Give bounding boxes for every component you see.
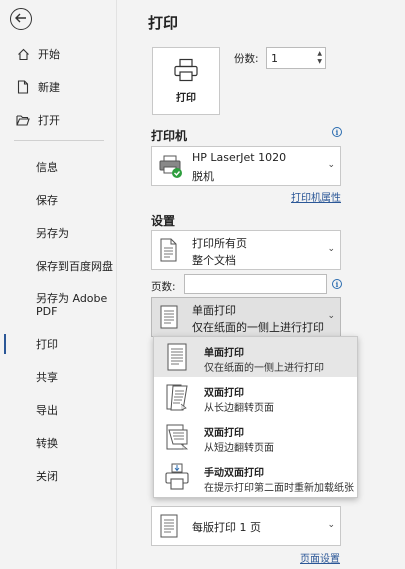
sided-print-select[interactable]: 单面打印 仅在纸面的一侧上进行打印 ⌄ bbox=[151, 297, 341, 337]
page-layout-icon bbox=[158, 513, 180, 542]
nav-new[interactable]: 新建 bbox=[0, 76, 117, 98]
chevron-up-icon[interactable]: ▲ bbox=[317, 50, 322, 58]
chevron-down-icon: ⌄ bbox=[327, 244, 335, 254]
nav-save-as-pdf[interactable]: 另存为 Adobe PDF bbox=[0, 292, 117, 326]
manual-duplex-icon bbox=[163, 462, 191, 495]
nav-open-label: 打开 bbox=[38, 114, 60, 127]
nav-export-label: 导出 bbox=[36, 404, 58, 417]
info-icon[interactable]: i bbox=[332, 127, 342, 137]
open-folder-icon bbox=[16, 114, 30, 126]
print-range-select[interactable]: 打印所有页 整个文档 ⌄ bbox=[151, 230, 341, 270]
nav-close[interactable]: 关闭 bbox=[0, 465, 117, 487]
print-range-title: 打印所有页 bbox=[192, 237, 247, 250]
copies-label: 份数: bbox=[234, 53, 259, 65]
chevron-down-icon: ⌄ bbox=[327, 520, 335, 530]
nav-save-to-baidu-label: 保存到百度网盘 bbox=[36, 260, 113, 273]
menu-item-title: 双面打印 bbox=[204, 388, 244, 399]
nav-new-label: 新建 bbox=[38, 81, 60, 94]
nav-share-label: 共享 bbox=[36, 371, 58, 384]
nav-close-label: 关闭 bbox=[36, 470, 58, 483]
menu-item-desc: 从长边翻转页面 bbox=[204, 403, 274, 414]
menu-item-title: 双面打印 bbox=[204, 428, 244, 439]
menu-item-desc: 在提示打印第二面时重新加载纸张 bbox=[204, 483, 354, 494]
sidebar-divider bbox=[14, 140, 104, 141]
pages-per-sheet-select[interactable]: 每版打印 1 页 ⌄ bbox=[151, 506, 341, 546]
print-range-desc: 整个文档 bbox=[192, 254, 236, 267]
printer-select[interactable]: HP LaserJet 1020 脱机 ⌄ bbox=[151, 146, 341, 186]
page-title: 打印 bbox=[148, 14, 179, 32]
chevron-down-icon: ⌄ bbox=[327, 311, 335, 321]
nav-print-label: 打印 bbox=[36, 338, 58, 351]
single-sided-icon bbox=[163, 342, 191, 375]
nav-save-as-pdf-label: 另存为 Adobe PDF bbox=[36, 292, 108, 318]
copies-spinner[interactable]: ▲ ▼ bbox=[317, 50, 322, 66]
nav-save-label: 保存 bbox=[36, 194, 58, 207]
sided-desc: 仅在纸面的一侧上进行打印 bbox=[192, 321, 324, 334]
menu-item-duplex-short-edge[interactable]: 双面打印 从短边翻转页面 bbox=[154, 417, 357, 457]
nav-open[interactable]: 打开 bbox=[0, 109, 117, 131]
document-pages-icon bbox=[158, 237, 180, 266]
back-arrow-icon bbox=[15, 13, 27, 26]
printer-name: HP LaserJet 1020 bbox=[192, 151, 287, 164]
printer-section-title: 打印机 bbox=[151, 129, 188, 143]
print-button[interactable]: 打印 bbox=[152, 47, 220, 115]
nav-save[interactable]: 保存 bbox=[0, 189, 117, 211]
nav-save-to-baidu[interactable]: 保存到百度网盘 bbox=[0, 255, 117, 277]
chevron-down-icon[interactable]: ▼ bbox=[317, 58, 322, 66]
pages-label: 页数: bbox=[151, 281, 176, 293]
nav-convert-label: 转换 bbox=[36, 437, 58, 450]
single-sided-icon bbox=[158, 304, 180, 333]
printer-properties-link[interactable]: 打印机属性 bbox=[291, 189, 341, 204]
nav-home-label: 开始 bbox=[38, 48, 60, 61]
printer-status: 脱机 bbox=[192, 170, 214, 183]
back-button[interactable] bbox=[10, 8, 32, 30]
nav-info-label: 信息 bbox=[36, 161, 58, 174]
nav-save-as[interactable]: 另存为 bbox=[0, 222, 117, 244]
backstage-sidebar: 开始 新建 打开 信息 保存 另存为 保存到百度网盘 另存为 Adobe PDF… bbox=[0, 0, 117, 569]
settings-section-title: 设置 bbox=[151, 214, 176, 228]
print-button-label: 打印 bbox=[176, 93, 196, 104]
nav-save-as-label: 另存为 bbox=[36, 227, 69, 240]
sided-title: 单面打印 bbox=[192, 304, 236, 317]
nav-export[interactable]: 导出 bbox=[0, 399, 117, 421]
menu-item-desc: 仅在纸面的一侧上进行打印 bbox=[204, 363, 324, 374]
menu-item-duplex-long-edge[interactable]: 双面打印 从长边翻转页面 bbox=[154, 377, 357, 417]
copies-value: 1 bbox=[271, 51, 278, 65]
printer-status-icon bbox=[158, 153, 184, 182]
nav-convert[interactable]: 转换 bbox=[0, 432, 117, 454]
pages-per-sheet-value: 每版打印 1 页 bbox=[192, 521, 261, 534]
page-setup-link[interactable]: 页面设置 bbox=[300, 550, 340, 565]
home-icon bbox=[16, 48, 30, 61]
duplex-long-edge-icon bbox=[163, 382, 191, 415]
nav-info[interactable]: 信息 bbox=[0, 156, 117, 178]
nav-share[interactable]: 共享 bbox=[0, 366, 117, 388]
menu-item-title: 单面打印 bbox=[204, 348, 244, 359]
menu-item-title: 手动双面打印 bbox=[204, 468, 264, 479]
printer-icon bbox=[173, 58, 199, 85]
duplex-short-edge-icon bbox=[163, 422, 191, 455]
copies-stepper[interactable]: 1 ▲ ▼ bbox=[266, 47, 326, 69]
nav-home[interactable]: 开始 bbox=[0, 43, 117, 65]
nav-print[interactable]: 打印 bbox=[0, 333, 117, 355]
info-icon[interactable]: i bbox=[332, 279, 342, 289]
menu-item-single-sided[interactable]: 单面打印 仅在纸面的一侧上进行打印 bbox=[154, 337, 357, 377]
chevron-down-icon: ⌄ bbox=[327, 160, 335, 170]
sided-options-menu: 单面打印 仅在纸面的一侧上进行打印 双面打印 从长边翻转页面 双面打印 从短边翻… bbox=[153, 336, 358, 498]
menu-item-desc: 从短边翻转页面 bbox=[204, 443, 274, 454]
new-document-icon bbox=[16, 80, 30, 94]
pages-input[interactable] bbox=[184, 274, 327, 294]
menu-item-manual-duplex[interactable]: 手动双面打印 在提示打印第二面时重新加载纸张 bbox=[154, 457, 357, 497]
